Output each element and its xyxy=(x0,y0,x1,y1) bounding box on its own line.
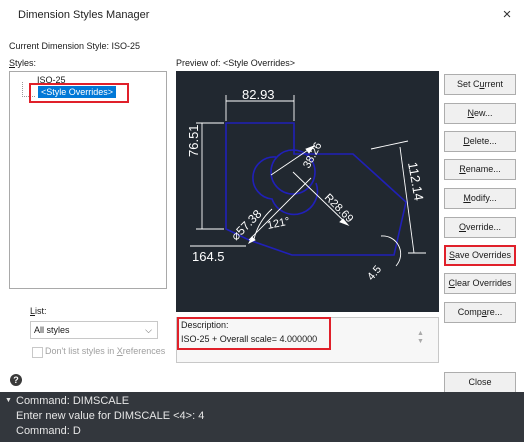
command-line-2: Enter new value for DIMSCALE <4>: 4 xyxy=(16,410,205,422)
close-icon[interactable]: × xyxy=(497,5,517,25)
override-button[interactable]: Override... xyxy=(444,217,516,238)
list-label: List: xyxy=(30,306,47,316)
dim-top: 82.93 xyxy=(242,87,275,102)
command-line-1: Command: DIMSCALE xyxy=(16,395,130,407)
modify-button[interactable]: Modify... xyxy=(444,188,516,209)
command-line[interactable]: ▼ Command: DIMSCALE Enter new value for … xyxy=(0,392,524,442)
xref-checkbox[interactable] xyxy=(32,347,43,358)
styles-list[interactable]: ISO-25 <Style Overrides> xyxy=(9,71,167,289)
preview-drawing: 82.93 76.51 ⌀57.38 38.26 121° R28.69 112… xyxy=(186,87,427,283)
chevron-down-icon: ⌵ xyxy=(145,325,152,335)
dim-left: 76.51 xyxy=(186,124,201,157)
dim-bottom-left: 164.5 xyxy=(192,249,225,264)
preview-label: Preview of: <Style Overrides> xyxy=(176,58,296,68)
dim-radius-small: 38.26 xyxy=(301,140,325,170)
list-filter-value: All styles xyxy=(34,325,70,335)
current-style-label: Current Dimension Style: ISO-25 xyxy=(9,41,141,51)
command-line-3: Command: D xyxy=(16,425,81,437)
set-current-button[interactable]: Set Current xyxy=(444,74,516,95)
window-title: Dimension Styles Manager xyxy=(18,9,150,21)
dim-bottom-right: 4.5 xyxy=(365,263,384,282)
styles-label-text: tyles: xyxy=(15,58,37,68)
dim-angle: 121° xyxy=(266,215,291,231)
compare-button[interactable]: Compare... xyxy=(444,302,516,323)
save-overrides-button[interactable]: Save Overrides xyxy=(444,245,516,266)
list-filter-select[interactable]: All styles ⌵ xyxy=(30,321,158,339)
help-icon[interactable]: ? xyxy=(10,374,22,386)
style-overrides-highlight xyxy=(29,83,129,103)
clear-overrides-button[interactable]: Clear Overrides xyxy=(444,273,516,294)
preview-pane: 82.93 76.51 ⌀57.38 38.26 121° R28.69 112… xyxy=(176,71,439,312)
description-label: Description: xyxy=(181,320,229,330)
styles-label: Styles: xyxy=(9,58,36,68)
dim-radius-large: R28.69 xyxy=(322,192,356,226)
command-history-toggle-icon[interactable]: ▼ xyxy=(5,397,12,404)
dim-right: 112.14 xyxy=(405,161,427,202)
new-button[interactable]: New... xyxy=(444,103,516,124)
description-scroll-icon[interactable]: ▲ ▼ xyxy=(417,330,424,346)
rename-button[interactable]: Rename... xyxy=(444,159,516,180)
description-text: ISO-25 + Overall scale= 4.000000 xyxy=(181,334,318,344)
delete-button[interactable]: Delete... xyxy=(444,131,516,152)
close-button[interactable]: Close xyxy=(444,372,516,393)
xref-checkbox-label: Don't list styles in Xreferences xyxy=(45,346,166,356)
